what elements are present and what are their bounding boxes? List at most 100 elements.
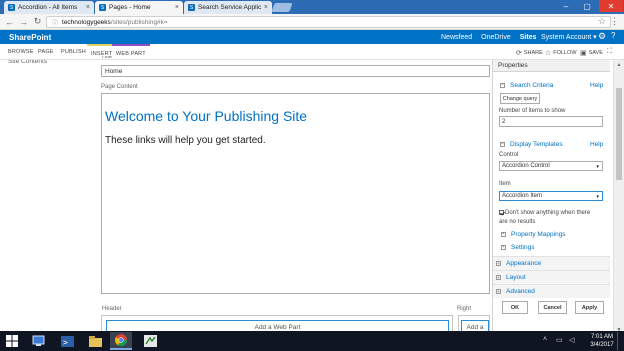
gear-icon[interactable]: ⚙ (598, 31, 606, 42)
url-path: /sites/publishing#k= (110, 18, 168, 26)
suite-links: Newsfeed OneDrive Sites (441, 30, 545, 44)
display-templates-section[interactable]: – Display Templates (500, 141, 563, 148)
page-info-icon[interactable]: ⓘ (52, 18, 58, 27)
browser-tab-pages-home[interactable]: S Pages - Home × (95, 1, 183, 14)
expand-icon: + (501, 231, 506, 237)
url-input[interactable]: ⓘ technologygeeks/sites/publishing#k= (46, 16, 611, 28)
ok-button[interactable]: OK (502, 301, 528, 314)
control-label: Control (499, 152, 519, 158)
bookmark-star-icon[interactable]: ☆ (598, 16, 606, 27)
tab-label: Search Service Applicati (198, 4, 261, 11)
scrollbar-thumb[interactable] (616, 88, 622, 180)
title-field[interactable]: Home (101, 65, 490, 77)
tray-up-arrow-icon[interactable]: ˄ (543, 336, 547, 343)
share-action[interactable]: ⟳ SHARE (516, 49, 543, 57)
tab-close-icon[interactable]: × (175, 4, 179, 11)
suite-link-onedrive[interactable]: OneDrive (481, 34, 511, 41)
expand-icon: + (496, 289, 501, 294)
expand-icon: + (501, 244, 506, 250)
tab-publish[interactable]: PUBLISH (61, 49, 86, 55)
control-select[interactable]: Accordion Control ▼ (499, 161, 603, 171)
display-templates-help-link[interactable]: Help (590, 141, 603, 148)
address-bar: ← → ↻ ⓘ technologygeeks/sites/publishing… (0, 14, 624, 30)
chevron-down-icon: ▼ (595, 163, 600, 169)
settings-section[interactable]: + Settings (501, 244, 535, 251)
server-manager-icon[interactable] (27, 332, 49, 350)
volume-icon[interactable]: ◁ (569, 336, 574, 344)
account-menu[interactable]: System Account ▾ (541, 30, 597, 44)
settings-label: Settings (511, 244, 535, 251)
page-content-label: Page Content (101, 84, 138, 90)
right-zone-label: Right (457, 306, 472, 312)
clock-date: 3/4/2017 (590, 342, 614, 348)
network-icon[interactable]: ▭ (556, 336, 563, 344)
sharepoint-favicon-icon: S (99, 4, 106, 11)
follow-action[interactable]: ☆ FOLLOW (545, 49, 577, 57)
close-window-icon[interactable]: ✕ (599, 0, 623, 12)
item-select[interactable]: Accordion Item ▼ (499, 191, 603, 201)
layout-section[interactable]: + Layout (493, 270, 610, 284)
browser-tab-accordion[interactable]: S Accordion - All Items × (4, 1, 94, 14)
appearance-label: Appearance (506, 260, 542, 267)
left-nav-site-contents[interactable]: Site Contents (8, 60, 47, 66)
dont-show-checkbox[interactable]: Don't show anything when there are no re… (499, 209, 599, 227)
powershell-icon[interactable]: > (56, 332, 78, 350)
advanced-label: Advanced (506, 288, 535, 295)
appearance-section[interactable]: + Appearance (493, 256, 610, 270)
chrome-icon[interactable] (110, 332, 132, 350)
minimize-icon[interactable]: – (556, 0, 576, 12)
svg-text:>: > (63, 338, 68, 347)
add-web-part-short-label: Add a (466, 324, 484, 331)
maximize-icon[interactable]: ▢ (577, 0, 597, 12)
browser-tab-search-service[interactable]: S Search Service Applicati × (184, 1, 272, 14)
suite-link-newsfeed[interactable]: Newsfeed (441, 34, 472, 41)
tool-pane-title: Properties (493, 60, 610, 72)
reload-icon[interactable]: ↻ (32, 16, 43, 27)
tab-page[interactable]: PAGE (38, 49, 54, 55)
search-criteria-help-link[interactable]: Help (590, 82, 603, 89)
scroll-up-icon[interactable]: ▲ (614, 60, 624, 69)
change-query-button[interactable]: Change query (500, 93, 540, 104)
save-action[interactable]: ▣ SAVE (580, 49, 603, 57)
checkbox-checked-icon[interactable] (499, 209, 504, 215)
apply-button[interactable]: Apply (575, 301, 604, 314)
welcome-heading: Welcome to Your Publishing Site (105, 108, 308, 124)
tab-close-icon[interactable]: × (264, 4, 268, 11)
property-mappings-section[interactable]: + Property Mappings (501, 231, 566, 238)
star-icon: ☆ (545, 50, 552, 57)
tab-browse[interactable]: BROWSE (8, 49, 34, 55)
item-value: Accordion Item (502, 193, 543, 199)
cancel-button[interactable]: Cancel (538, 301, 567, 314)
tab-close-icon[interactable]: × (86, 4, 90, 11)
layout-label: Layout (506, 274, 526, 281)
help-icon[interactable]: ? (611, 31, 615, 40)
advanced-section[interactable]: + Advanced (493, 284, 610, 298)
suite-link-sites[interactable]: Sites (520, 34, 537, 41)
focus-icon[interactable]: ⛶ (607, 48, 612, 56)
save-label: SAVE (588, 50, 603, 56)
taskbar-clock[interactable]: 7:01 AM 3/4/2017 (587, 333, 617, 349)
page-scrollbar[interactable]: ▲ ▼ (613, 60, 624, 334)
sharepoint-brand[interactable]: SharePoint (9, 33, 51, 42)
windows-start-icon[interactable] (1, 332, 23, 350)
sharepoint-shell-icon[interactable] (139, 332, 161, 350)
item-label: Item (499, 181, 511, 187)
page-content-editor[interactable]: Welcome to Your Publishing Site These li… (101, 93, 490, 294)
suite-bar: SharePoint Newsfeed OneDrive Sites Syste… (0, 30, 624, 44)
tab-web-part[interactable]: WEB PART (112, 44, 150, 60)
back-arrow-icon[interactable]: ← (4, 16, 15, 27)
chevron-down-icon: ▼ (595, 193, 600, 199)
search-criteria-section[interactable]: – Search Criteria (500, 82, 553, 89)
notifications-icon[interactable] (617, 332, 623, 350)
search-criteria-label: Search Criteria (510, 82, 554, 89)
new-tab-button[interactable] (271, 3, 293, 12)
title-label: Title (101, 56, 113, 60)
items-to-show-label: Number of items to show (499, 108, 566, 114)
control-value: Accordion Control (502, 163, 550, 169)
file-explorer-icon[interactable] (84, 332, 106, 350)
browser-menu-icon[interactable]: ⋮ (610, 16, 619, 27)
share-icon: ⟳ (516, 50, 522, 57)
items-to-show-input[interactable]: 2 (499, 116, 603, 127)
forward-arrow-icon[interactable]: → (18, 16, 29, 27)
web-part-tool-pane: Properties – Search Criteria Help Change… (492, 60, 610, 351)
